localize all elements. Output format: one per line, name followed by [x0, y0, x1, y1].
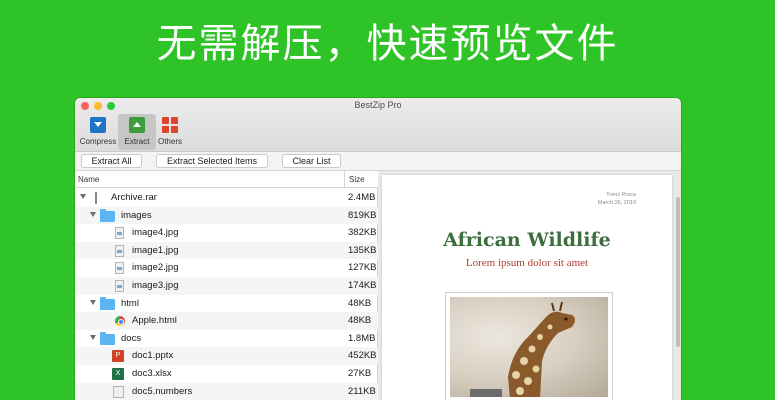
- folder-icon: [100, 208, 115, 222]
- file-name: doc3.xlsx: [132, 368, 172, 379]
- file-row[interactable]: image2.jpg 127KB: [75, 259, 378, 277]
- image-file-icon: [115, 262, 124, 275]
- compress-tool-button[interactable]: Compress: [79, 114, 117, 150]
- file-row[interactable]: image3.jpg 174KB: [75, 277, 378, 295]
- others-label: Others: [157, 137, 182, 146]
- file-size: 48KB: [348, 315, 372, 327]
- file-name: image3.jpg: [132, 280, 179, 291]
- powerpoint-icon: P: [112, 350, 124, 363]
- file-name: Archive.rar: [111, 192, 157, 203]
- giraffe-illustration: [470, 301, 575, 397]
- file-list: Name Size Archive.rar 2.4MB images 819KB…: [75, 171, 378, 400]
- file-row[interactable]: html 48KB: [75, 295, 378, 313]
- extract-icon: [129, 117, 145, 133]
- file-name: image2.jpg: [132, 262, 179, 274]
- image-file-icon: [115, 280, 124, 292]
- compress-label: Compress: [79, 137, 117, 146]
- file-name: Apple.html: [132, 315, 177, 327]
- file-name: images: [121, 209, 152, 221]
- file-name: docs: [121, 332, 142, 344]
- file-name: image4.jpg: [132, 227, 179, 239]
- file-name: image1.jpg: [132, 244, 179, 256]
- file-size: 452KB: [348, 350, 377, 362]
- file-row[interactable]: Archive.rar 2.4MB: [75, 189, 378, 207]
- extract-selected-button[interactable]: Extract Selected Items: [156, 154, 268, 168]
- disclosure-triangle-icon[interactable]: [90, 299, 96, 305]
- document-title: African Wildlife: [443, 229, 611, 251]
- column-name-header[interactable]: Name: [78, 175, 99, 184]
- file-size: 174KB: [348, 280, 377, 291]
- file-row[interactable]: Apple.html 48KB: [75, 312, 378, 330]
- file-size: 2.4MB: [348, 192, 376, 203]
- file-row[interactable]: docs 1.8MB: [75, 330, 378, 348]
- file-name: doc1.pptx: [132, 350, 174, 362]
- folder-icon: [100, 331, 115, 345]
- others-tool-button[interactable]: Others: [151, 114, 189, 150]
- file-row[interactable]: image1.jpg 135KB: [75, 241, 378, 260]
- preview-scrollbar[interactable]: [676, 197, 680, 347]
- app-window: BestZip Pro Compress Extract Others Extr…: [75, 98, 681, 400]
- file-size: 48KB: [348, 297, 372, 309]
- file-size: 819KB: [348, 209, 377, 221]
- document-subtitle: Lorem ipsum dolor sit amet: [465, 257, 589, 269]
- document-preview: Trenz Pruca March 26, 2019 African Wildl…: [382, 175, 672, 400]
- folder-icon: [100, 296, 115, 310]
- file-name: doc5.numbers: [132, 385, 193, 397]
- document-photo: [445, 292, 613, 400]
- giraffe-photo: [450, 297, 608, 397]
- chrome-icon: [115, 316, 125, 327]
- clear-list-button[interactable]: Clear List: [282, 154, 341, 168]
- file-row[interactable]: image4.jpg 382KB: [75, 224, 378, 242]
- file-row[interactable]: P doc1.pptx 452KB: [75, 347, 378, 365]
- document-date: March 26, 2019: [597, 200, 636, 206]
- numbers-file-icon: [113, 385, 124, 398]
- extract-all-button[interactable]: Extract All: [81, 154, 142, 168]
- action-bar: Extract All Extract Selected Items Clear…: [75, 152, 681, 171]
- file-size: 1.8MB: [348, 332, 376, 344]
- image-file-icon: [115, 227, 124, 240]
- excel-icon: X: [112, 368, 124, 380]
- file-size: 127KB: [348, 262, 377, 274]
- banner-headline: 无需解压，快速预览文件: [156, 21, 619, 67]
- file-size: 27KB: [348, 368, 372, 379]
- file-row[interactable]: doc5.numbers 211KB: [75, 382, 378, 400]
- compress-icon: [90, 117, 106, 133]
- column-header: Name Size: [75, 171, 378, 188]
- file-size: 135KB: [348, 244, 377, 256]
- disclosure-triangle-icon[interactable]: [80, 194, 86, 199]
- image-file-icon: [115, 244, 124, 257]
- preview-pane: Trenz Pruca March 26, 2019 African Wildl…: [378, 171, 681, 400]
- file-name: html: [121, 297, 139, 309]
- disclosure-triangle-icon[interactable]: [90, 211, 96, 217]
- file-row[interactable]: images 819KB: [75, 206, 378, 225]
- file-row[interactable]: X doc3.xlsx 27KB: [75, 365, 378, 383]
- disclosure-triangle-icon[interactable]: [90, 334, 96, 340]
- file-size: 211KB: [348, 385, 376, 397]
- column-size-header[interactable]: Size: [349, 175, 365, 184]
- grid-icon: [162, 117, 178, 133]
- file-size: 382KB: [348, 227, 377, 239]
- document-author: Trenz Pruca: [606, 192, 636, 198]
- title-bar: BestZip Pro Compress Extract Others: [75, 98, 681, 152]
- archive-file-icon: [95, 192, 97, 204]
- window-title: BestZip Pro: [354, 100, 402, 110]
